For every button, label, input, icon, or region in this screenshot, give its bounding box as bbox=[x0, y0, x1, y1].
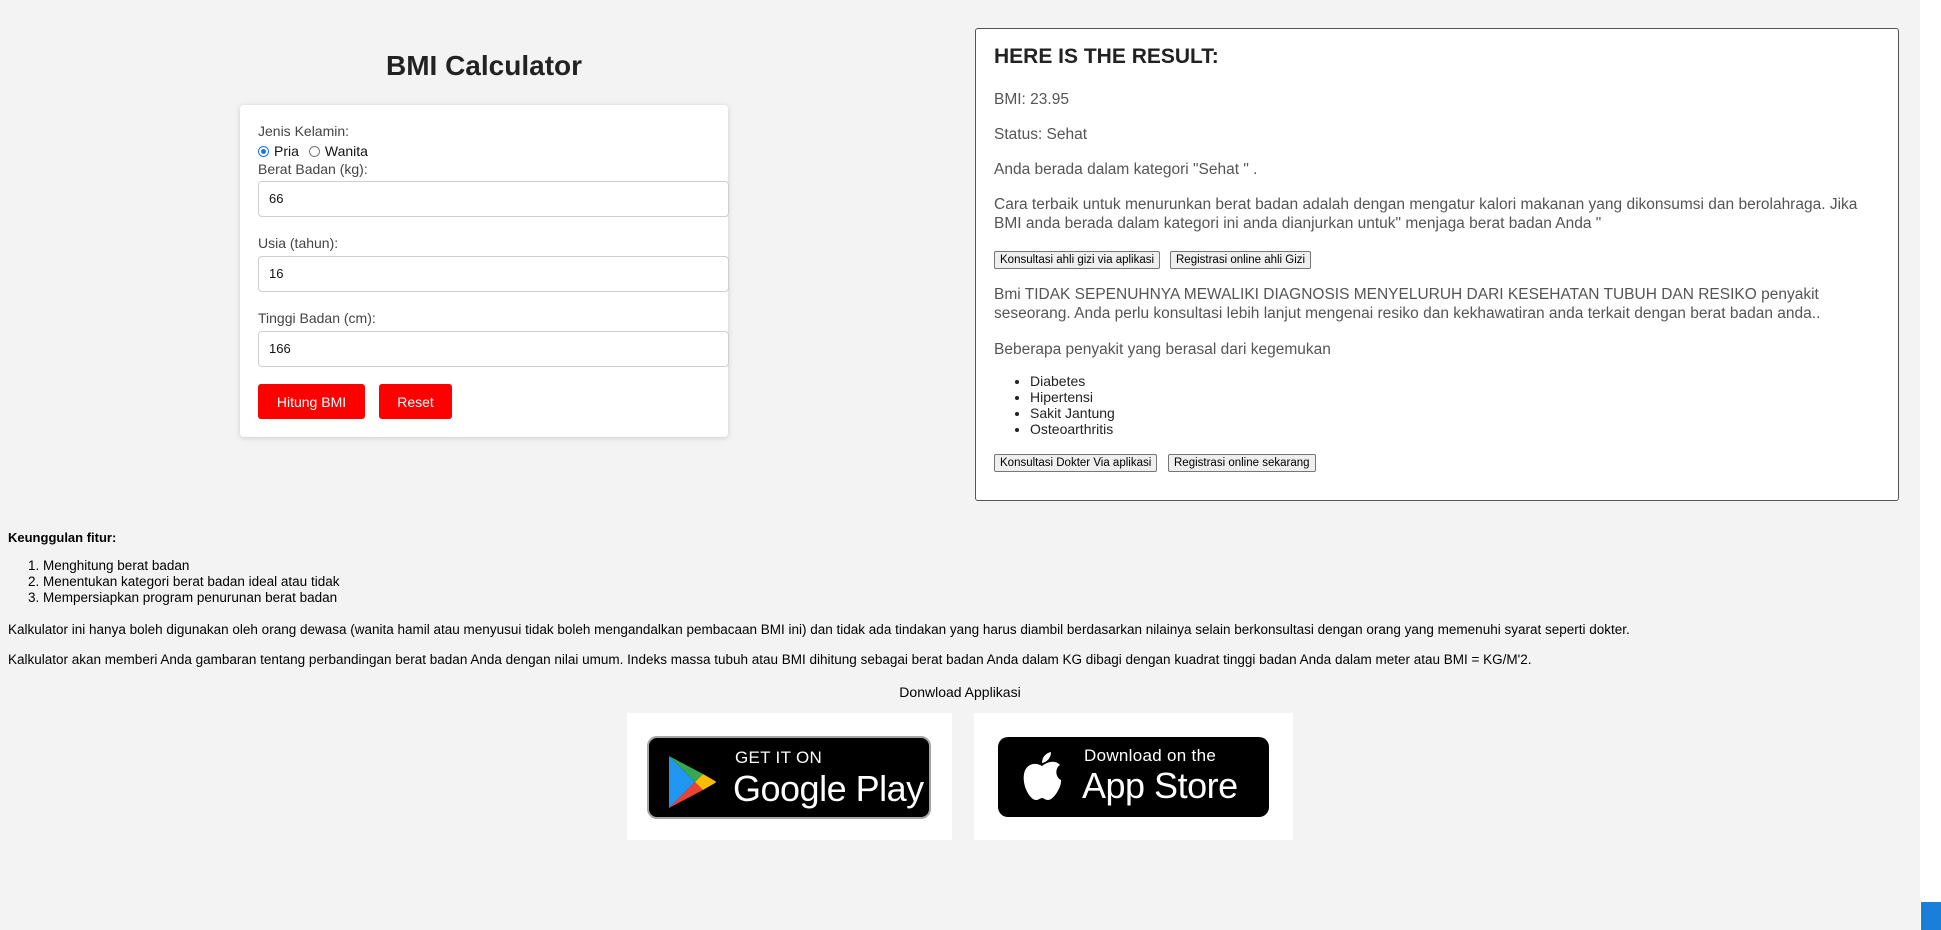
scrollbar-strip[interactable] bbox=[1920, 0, 1941, 930]
app-store-badge[interactable]: Download on the App Store bbox=[998, 737, 1269, 817]
google-play-big-text: Google Play bbox=[733, 768, 924, 809]
height-label: Tinggi Badan (cm): bbox=[258, 310, 376, 326]
apple-icon bbox=[1023, 752, 1062, 800]
diseases-intro: Beberapa penyakit yang berasal dari kege… bbox=[994, 341, 1331, 358]
google-play-small-text: GET IT ON bbox=[735, 748, 823, 767]
gender-radio-wanita-label[interactable]: Wanita bbox=[325, 143, 368, 159]
list-item: Mempersiapkan program penurunan berat ba… bbox=[43, 590, 339, 606]
gender-radio-group: Pria Wanita bbox=[258, 143, 378, 159]
nutrition-consult-button[interactable]: Konsultasi ahli gizi via aplikasi bbox=[994, 251, 1161, 269]
gender-radio-pria-label[interactable]: Pria bbox=[274, 143, 299, 159]
result-panel: HERE IS THE RESULT: BMI: 23.95 Status: S… bbox=[975, 28, 1899, 501]
download-title: Donwload Applikasi bbox=[899, 684, 1021, 700]
list-item: Osteoarthritis bbox=[1030, 421, 1115, 437]
gender-radio-wanita[interactable] bbox=[308, 145, 320, 157]
bmi-explanation-paragraph: Kalkulator akan memberi Anda gambaran te… bbox=[8, 652, 1532, 667]
edge-button[interactable] bbox=[1921, 902, 1941, 930]
bmi-disclaimer: Bmi TIDAK SEPENUHNYA MEWALIKI DIAGNOSIS … bbox=[994, 286, 1821, 322]
nutrition-register-button[interactable]: Registrasi online ahli Gizi bbox=[1170, 251, 1312, 269]
list-item: Diabetes bbox=[1030, 373, 1115, 389]
bmi-advice: Cara terbaik untuk menurunkan berat bada… bbox=[994, 196, 1858, 232]
google-play-icon bbox=[669, 756, 716, 808]
list-item: Menghitung berat badan bbox=[43, 558, 339, 574]
age-input[interactable]: 16 bbox=[258, 256, 729, 292]
weight-input[interactable]: 66 bbox=[258, 181, 729, 217]
bmi-status: Status: Sehat bbox=[994, 126, 1088, 143]
features-title: Keunggulan fitur: bbox=[8, 530, 117, 545]
doctor-register-button[interactable]: Registrasi online sekarang bbox=[1168, 454, 1316, 472]
calculator-form: Jenis Kelamin: Pria Wanita Berat Badan (… bbox=[240, 105, 729, 437]
weight-label: Berat Badan (kg): bbox=[258, 161, 368, 177]
app-store-card: Download on the App Store bbox=[974, 713, 1293, 840]
google-play-badge[interactable]: GET IT ON Google Play bbox=[647, 736, 931, 819]
features-list: Menghitung berat badan Menentukan katego… bbox=[8, 558, 339, 606]
doctor-consult-button[interactable]: Konsultasi Dokter Via aplikasi bbox=[994, 454, 1158, 472]
reset-button[interactable]: Reset bbox=[379, 384, 452, 419]
disclaimer-paragraph: Kalkulator ini hanya boleh digunakan ole… bbox=[8, 622, 1630, 637]
height-input[interactable]: 166 bbox=[258, 331, 729, 367]
gender-label: Jenis Kelamin: bbox=[258, 123, 350, 139]
app-store-small-text: Download on the bbox=[1084, 746, 1217, 765]
calculate-bmi-button[interactable]: Hitung BMI bbox=[258, 384, 365, 419]
app-store-big-text: App Store bbox=[1082, 765, 1238, 806]
age-label: Usia (tahun): bbox=[258, 235, 339, 251]
bmi-value: BMI: 23.95 bbox=[994, 91, 1069, 108]
list-item: Sakit Jantung bbox=[1030, 405, 1115, 421]
calculator-title: BMI Calculator bbox=[385, 50, 583, 81]
gender-radio-pria[interactable] bbox=[258, 145, 269, 157]
google-play-card: GET IT ON Google Play bbox=[627, 713, 952, 840]
result-title: HERE IS THE RESULT: bbox=[994, 45, 1219, 68]
list-item: Menentukan kategori berat badan ideal at… bbox=[43, 574, 339, 590]
list-item: Hipertensi bbox=[1030, 389, 1115, 405]
bmi-category: Anda berada dalam kategori "Sehat " . bbox=[994, 161, 1258, 178]
disease-list: Diabetes Hipertensi Sakit Jantung Osteoa… bbox=[994, 373, 1115, 437]
